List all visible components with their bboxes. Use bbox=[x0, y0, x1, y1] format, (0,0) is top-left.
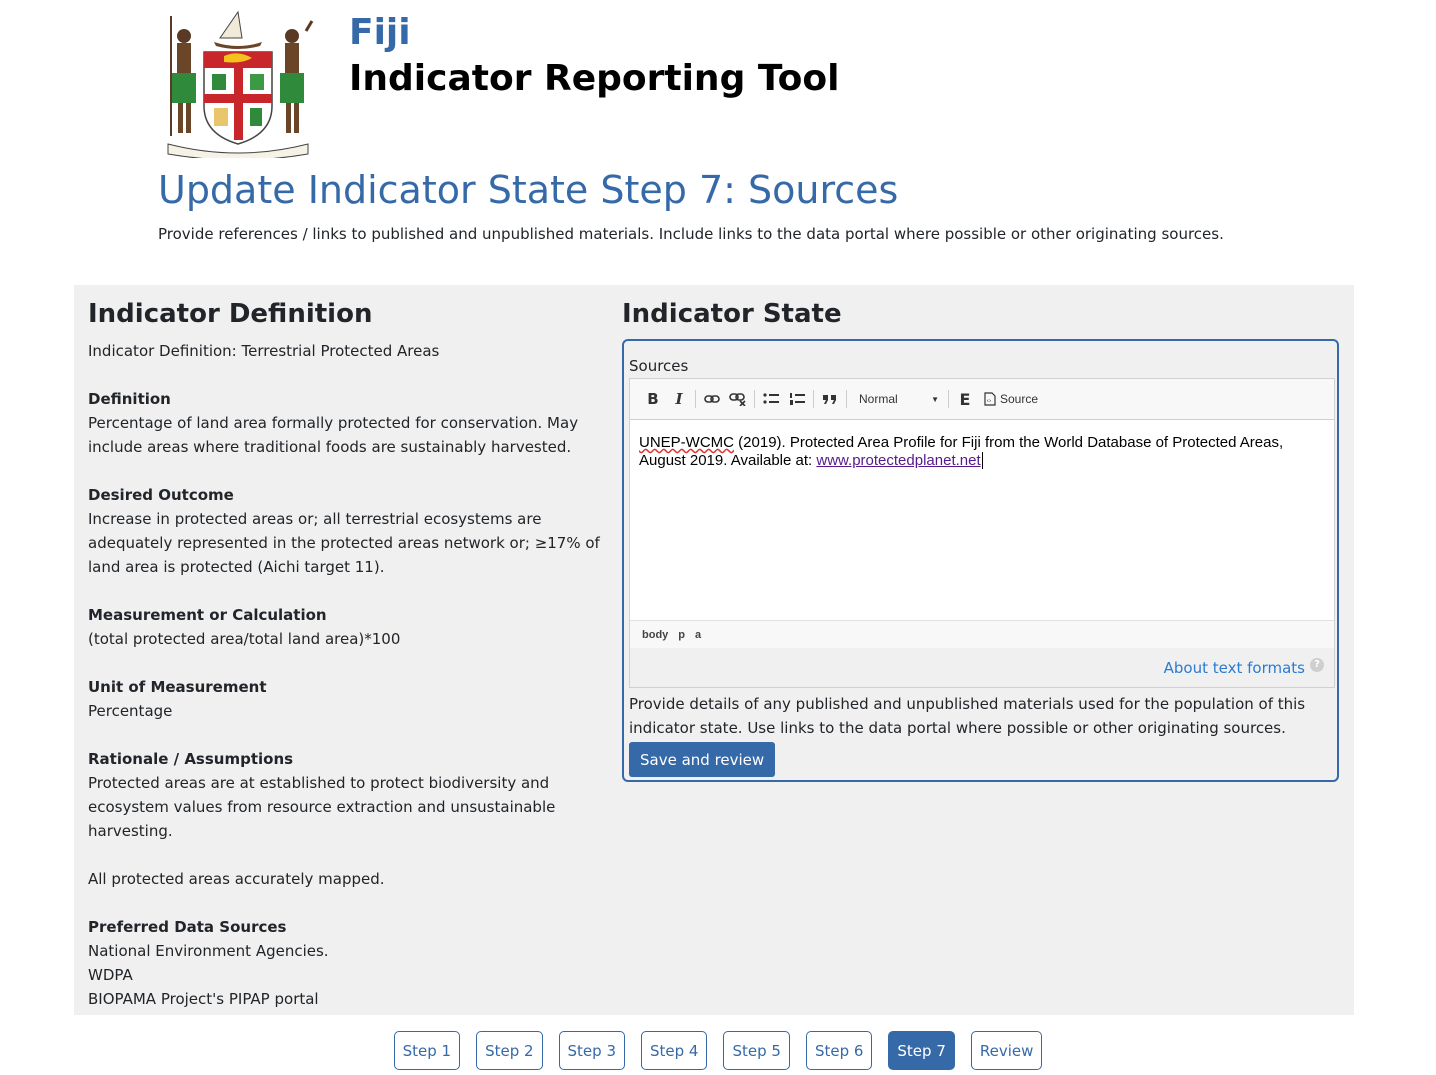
definition-section-label: Preferred Data Sources bbox=[88, 918, 287, 936]
element-path-bar: body p a bbox=[630, 620, 1334, 648]
toolbar-separator bbox=[813, 390, 814, 408]
definition-sections: Definition Percentage of land area formal… bbox=[88, 387, 608, 1011]
text-formats-row: About text formats ? bbox=[629, 648, 1335, 688]
toolbar-separator bbox=[754, 390, 755, 408]
sources-field-description: Provide details of any published and unp… bbox=[629, 695, 1306, 737]
about-text-formats-link[interactable]: About text formats bbox=[1164, 659, 1305, 677]
step-button[interactable]: Step 6 bbox=[805, 1031, 873, 1070]
bold-button[interactable]: B bbox=[640, 386, 666, 412]
toolbar-separator bbox=[846, 390, 847, 408]
link-icon[interactable] bbox=[699, 386, 725, 412]
text-cursor bbox=[981, 452, 983, 469]
embed-button[interactable]: E bbox=[952, 386, 978, 412]
page-title: Update Indicator State Step 7: Sources bbox=[158, 168, 899, 212]
site-header: Fiji Indicator Reporting Tool bbox=[0, 0, 1436, 160]
format-select[interactable]: Normal ▼ bbox=[853, 386, 945, 412]
step-button[interactable]: Step 3 bbox=[558, 1031, 625, 1070]
step-button[interactable]: Step 4 bbox=[641, 1031, 708, 1070]
definition-section-text: (total protected area/total land area)*1… bbox=[88, 630, 401, 648]
fiji-coat-of-arms-logo[interactable] bbox=[162, 6, 314, 158]
definition-section-text: Increase in protected areas or; all terr… bbox=[88, 510, 600, 576]
definition-section-label: Rationale / Assumptions bbox=[88, 750, 294, 768]
definition-section: Rationale / Assumptions Protected areas a… bbox=[88, 747, 608, 843]
definition-section-text: All protected areas accurately mapped. bbox=[88, 870, 385, 888]
svg-text:‹›: ‹› bbox=[987, 398, 992, 405]
step-button-current[interactable]: Step 7 bbox=[888, 1031, 955, 1070]
indicator-state-column: Indicator State Sources B I Normal ▼ E ‹… bbox=[622, 299, 1340, 782]
help-icon[interactable]: ? bbox=[1310, 657, 1324, 672]
definition-section-label: Desired Outcome bbox=[88, 486, 234, 504]
sources-form: Sources B I Normal ▼ E ‹› Source UNEP-WC… bbox=[622, 339, 1339, 782]
step-button[interactable]: Step 2 bbox=[476, 1031, 543, 1070]
toolbar-separator bbox=[948, 390, 949, 408]
definition-section: Preferred Data Sources National Environme… bbox=[88, 915, 608, 1011]
editor-content-area[interactable]: UNEP-WCMC (2019). Protected Area Profile… bbox=[630, 420, 1334, 620]
indicator-definition-heading: Indicator Definition bbox=[88, 299, 373, 329]
definition-section-text: BIOPAMA Project's PIPAP portal bbox=[88, 990, 319, 1008]
misspelled-word: UNEP-WCMC bbox=[639, 434, 734, 451]
definition-section-text: National Environment Agencies. bbox=[88, 942, 329, 960]
step-button[interactable]: Step 5 bbox=[723, 1031, 790, 1070]
source-icon: ‹› bbox=[984, 392, 996, 406]
page-intro: Provide references / links to published … bbox=[158, 225, 1224, 243]
definition-section-text: WDPA bbox=[88, 966, 133, 984]
element-path-item[interactable]: p bbox=[678, 629, 685, 641]
bulleted-list-icon[interactable] bbox=[758, 386, 784, 412]
site-slogan: Indicator Reporting Tool bbox=[349, 58, 840, 99]
editor-toolbar: B I Normal ▼ E ‹› Source bbox=[630, 379, 1334, 420]
numbered-list-icon[interactable] bbox=[784, 386, 810, 412]
definition-section-text: Percentage bbox=[88, 702, 173, 720]
definition-section: Unit of Measurement Percentage bbox=[88, 675, 608, 723]
step-navigation: Step 1 Step 2 Step 3 Step 4 Step 5 Step 6 Step… bbox=[0, 1031, 1436, 1070]
indicator-state-heading: Indicator State bbox=[622, 299, 842, 329]
chevron-down-icon: ▼ bbox=[931, 394, 939, 404]
definition-section: Desired Outcome Increase in protected are… bbox=[88, 483, 608, 579]
source-button-label: Source bbox=[1000, 392, 1039, 406]
form-panel: Indicator Definition Indicator Definitio… bbox=[74, 285, 1354, 1015]
definition-section-label: Measurement or Calculation bbox=[88, 606, 327, 624]
unlink-icon[interactable] bbox=[725, 386, 751, 412]
sources-field-label: Sources bbox=[629, 357, 689, 375]
protected-planet-link[interactable]: www.protectedplanet.net bbox=[816, 452, 980, 469]
format-select-value: Normal bbox=[859, 392, 898, 406]
definition-section-text: Protected areas are at established to pr… bbox=[88, 774, 556, 840]
sources-rich-text-editor[interactable]: B I Normal ▼ E ‹› Source UNEP-WCMC (2019… bbox=[629, 378, 1335, 648]
definition-section: All protected areas accurately mapped. bbox=[88, 867, 608, 891]
definition-section-label: Unit of Measurement bbox=[88, 678, 267, 696]
step-button[interactable]: Step 1 bbox=[393, 1031, 461, 1070]
definition-section-label: Definition bbox=[88, 390, 171, 408]
element-path-item[interactable]: a bbox=[695, 629, 701, 641]
step-button[interactable]: Review bbox=[970, 1031, 1043, 1070]
indicator-definition-subtitle: Indicator Definition: Terrestrial Protec… bbox=[88, 342, 440, 360]
definition-section: Measurement or Calculation (total protect… bbox=[88, 603, 608, 651]
site-name[interactable]: Fiji bbox=[349, 12, 411, 53]
toolbar-separator bbox=[695, 390, 696, 408]
element-path-item[interactable]: body bbox=[642, 629, 668, 641]
source-button[interactable]: ‹› Source bbox=[978, 386, 1044, 412]
indicator-definition-column: Indicator Definition Indicator Definitio… bbox=[88, 299, 608, 1011]
definition-section-text: Percentage of land area formally protect… bbox=[88, 414, 579, 456]
italic-button[interactable]: I bbox=[666, 386, 692, 412]
definition-section: Definition Percentage of land area formal… bbox=[88, 387, 608, 459]
save-and-review-button[interactable]: Save and review bbox=[629, 742, 776, 777]
blockquote-icon[interactable] bbox=[817, 386, 843, 412]
